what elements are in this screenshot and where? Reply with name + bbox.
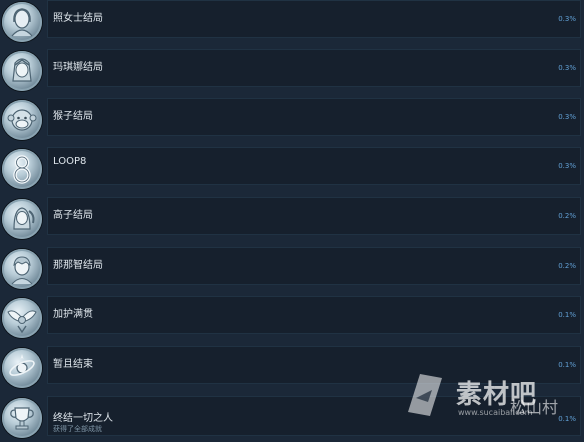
girl-portrait-icon [2, 51, 42, 91]
achievement-row[interactable]: 暂且结束 0.1% [0, 346, 584, 392]
trophy-icon [2, 398, 42, 438]
achievement-title: 猴子结局 [53, 111, 93, 122]
unlock-percentage: 0.3% [558, 15, 576, 23]
unlock-percentage: 0.3% [558, 113, 576, 121]
achievement-panel: 终结一切之人 获得了全部成就 0.1% [47, 396, 581, 436]
achievement-title: 那那智结局 [53, 260, 103, 271]
achievement-row[interactable]: 那那智结局 0.2% [0, 247, 584, 293]
achievement-panel: LOOP8 0.3% [47, 147, 581, 185]
unlock-percentage: 0.1% [558, 361, 576, 369]
achievement-row[interactable]: 加护满贯 0.1% [0, 296, 584, 342]
unlock-percentage: 0.1% [558, 415, 576, 423]
unlock-percentage: 0.3% [558, 162, 576, 170]
achievement-subtitle: 获得了全部成就 [53, 425, 102, 433]
achievement-title: 暂且结束 [53, 359, 93, 370]
achievement-row[interactable]: 玛琪娜结局 0.3% [0, 49, 584, 95]
unlock-percentage: 0.2% [558, 262, 576, 270]
achievement-title: 终结一切之人 [53, 413, 113, 424]
orbit-symbol-icon [2, 348, 42, 388]
achievement-panel: 照女士结局 0.3% [47, 0, 581, 38]
achievement-row[interactable]: 终结一切之人 获得了全部成就 0.1% [0, 396, 584, 442]
achievement-row[interactable]: 高子结局 0.2% [0, 197, 584, 243]
monkey-face-icon [2, 100, 42, 140]
unlock-percentage: 0.3% [558, 64, 576, 72]
achievement-title: LOOP8 [53, 156, 87, 167]
achievement-title: 玛琪娜结局 [53, 62, 103, 73]
girl-ponytail-portrait-icon [2, 199, 42, 239]
achievement-title: 照女士结局 [53, 13, 103, 24]
woman-portrait-icon [2, 2, 42, 42]
number-eight-icon [2, 149, 42, 189]
unlock-percentage: 0.1% [558, 311, 576, 319]
achievement-panel: 暂且结束 0.1% [47, 346, 581, 384]
wings-emblem-icon [2, 298, 42, 338]
achievement-panel: 那那智结局 0.2% [47, 247, 581, 285]
achievement-panel: 猴子结局 0.3% [47, 98, 581, 136]
achievement-panel: 加护满贯 0.1% [47, 296, 581, 334]
achievement-title: 高子结局 [53, 210, 93, 221]
boy-portrait-icon [2, 249, 42, 289]
achievement-title: 加护满贯 [53, 309, 93, 320]
achievement-panel: 玛琪娜结局 0.3% [47, 49, 581, 87]
unlock-percentage: 0.2% [558, 212, 576, 220]
achievement-panel: 高子结局 0.2% [47, 197, 581, 235]
achievement-row[interactable]: LOOP8 0.3% [0, 147, 584, 193]
achievement-row[interactable]: 猴子结局 0.3% [0, 98, 584, 144]
achievement-row[interactable]: 照女士结局 0.3% [0, 0, 584, 46]
